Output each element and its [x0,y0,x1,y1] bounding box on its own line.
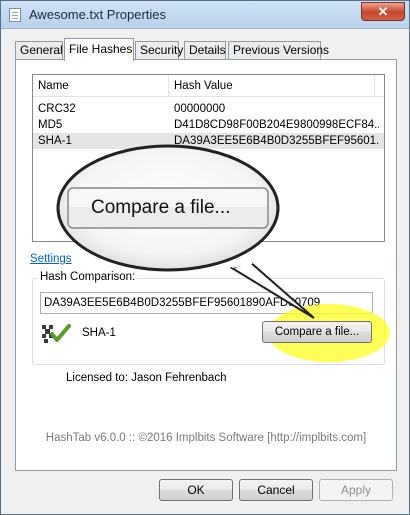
window-title: Awesome.txt Properties [29,7,167,22]
column-header-hash-value[interactable]: Hash Value [169,75,375,97]
title-bar[interactable]: Awesome.txt Properties ✕ [1,1,409,29]
hash-list-header: Name Hash Value [33,75,384,97]
ok-button[interactable]: OK [159,479,233,501]
column-header-name[interactable]: Name [33,75,169,97]
close-button[interactable]: ✕ [361,2,405,21]
about-text: HashTab v6.0.0 :: ©2016 Implbits Softwar… [45,432,367,444]
algorithm-label: SHA-1 [82,327,116,339]
hash-value: 00000000 [174,103,226,115]
hash-name: SHA-1 [38,135,72,147]
file-hashes-panel: Name Hash Value CRC32 00000000 MD5 D41D8… [15,59,397,471]
hash-comparison-label: Hash Comparison: [38,271,138,283]
hash-row-crc32[interactable]: CRC32 00000000 [33,101,384,117]
tab-previous-versions[interactable]: Previous Versions [228,41,329,60]
magnified-compare-button-label: Compare a file... [91,197,231,218]
apply-button[interactable]: Apply [319,479,393,501]
tab-general[interactable]: General [15,41,63,60]
license-text: Licensed to: Jason Fehrenbach [66,372,227,384]
hash-value: DA39A3EE5E6B4B0D3255BFEF95601... [174,135,379,147]
hash-name: CRC32 [38,103,76,115]
hash-row-sha1[interactable]: SHA-1 DA39A3EE5E6B4B0D3255BFEF95601... [33,133,384,149]
tab-details[interactable]: Details [184,41,226,60]
match-check-icon [42,324,71,343]
compare-file-button[interactable]: Compare a file... [262,321,372,343]
properties-window: Awesome.txt Properties ✕ General File Ha… [0,0,410,515]
cancel-button[interactable]: Cancel [239,479,313,501]
tab-security[interactable]: Security [135,41,183,60]
hash-row-md5[interactable]: MD5 D41D8CD98F00B204E9800998ECF84... [33,117,384,133]
text-file-icon [9,8,21,22]
settings-link[interactable]: Settings [30,253,72,265]
hash-value: D41D8CD98F00B204E9800998ECF84... [174,119,379,131]
hash-name: MD5 [38,119,63,131]
tab-file-hashes[interactable]: File Hashes [64,38,134,61]
